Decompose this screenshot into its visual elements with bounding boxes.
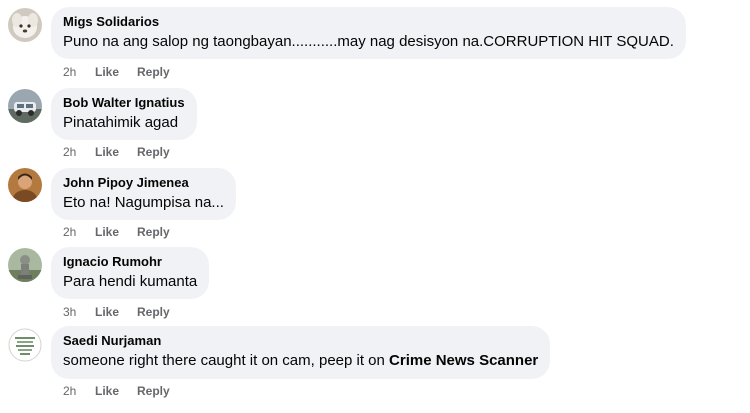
comment-actions: 2h Like Reply bbox=[63, 145, 170, 159]
comment-actions: 2h Like Reply bbox=[63, 225, 170, 239]
comment-timestamp[interactable]: 2h bbox=[63, 225, 95, 239]
comment-author[interactable]: Saedi Nurjaman bbox=[63, 333, 538, 349]
like-button[interactable]: Like bbox=[95, 65, 137, 79]
like-button[interactable]: Like bbox=[95, 305, 137, 319]
reply-button[interactable]: Reply bbox=[137, 225, 170, 239]
comment-text: Para hendi kumanta bbox=[63, 273, 198, 290]
comment-author[interactable]: John Pipoy Jimenea bbox=[63, 175, 224, 191]
reply-button[interactable]: Reply bbox=[137, 65, 170, 79]
like-button[interactable]: Like bbox=[95, 225, 137, 239]
page-link[interactable]: Crime News Scanner bbox=[389, 352, 538, 369]
comment-text: Eto na! Nagumpisa na... bbox=[63, 194, 224, 211]
reply-button[interactable]: Reply bbox=[137, 384, 170, 398]
comment-actions: 2h Like Reply bbox=[63, 384, 170, 398]
like-button[interactable]: Like bbox=[95, 145, 137, 159]
comment-text: someone right there caught it on cam, pe… bbox=[63, 351, 538, 371]
person-avatar[interactable] bbox=[8, 168, 42, 202]
white-dog-avatar[interactable] bbox=[8, 8, 42, 42]
comment-actions: 3h Like Reply bbox=[63, 305, 170, 319]
comment-timestamp[interactable]: 3h bbox=[63, 305, 95, 319]
like-button[interactable]: Like bbox=[95, 384, 137, 398]
logo-badge-avatar[interactable] bbox=[8, 328, 42, 362]
comment-actions: 2h Like Reply bbox=[63, 65, 170, 79]
comment-timestamp[interactable]: 2h bbox=[63, 145, 95, 159]
reply-button[interactable]: Reply bbox=[137, 145, 170, 159]
comment-bubble: Saedi Nurjaman someone right there caugh… bbox=[51, 326, 551, 379]
comment-text: Pinatahimik agad bbox=[63, 114, 179, 131]
comment-text: Puno na ang salop ng taongbayan.........… bbox=[63, 33, 674, 50]
comment-bubble: Bob Walter Ignatius Pinatahimik agad bbox=[51, 88, 197, 140]
statue-avatar[interactable] bbox=[8, 248, 42, 282]
comment-timestamp[interactable]: 2h bbox=[63, 65, 95, 79]
car-avatar[interactable] bbox=[8, 89, 42, 123]
comment-bubble: John Pipoy Jimenea Eto na! Nagumpisa na.… bbox=[51, 168, 236, 220]
comment-author[interactable]: Bob Walter Ignatius bbox=[63, 95, 185, 111]
comment-text-prefix: someone right there caught it on cam, pe… bbox=[63, 352, 390, 369]
comment-author[interactable]: Migs Solidarios bbox=[63, 14, 674, 30]
comment-bubble: Migs Solidarios Puno na ang salop ng tao… bbox=[51, 7, 686, 59]
comment-bubble: Ignacio Rumohr Para hendi kumanta bbox=[51, 247, 210, 299]
comment-timestamp[interactable]: 2h bbox=[63, 384, 95, 398]
comment-author[interactable]: Ignacio Rumohr bbox=[63, 254, 197, 270]
reply-button[interactable]: Reply bbox=[137, 305, 170, 319]
